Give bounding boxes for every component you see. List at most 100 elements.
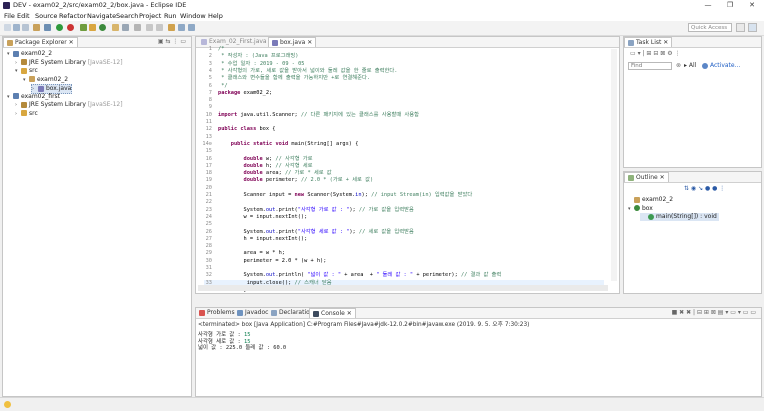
line-number: 14⊖ <box>202 140 212 147</box>
package-explorer-label: Package Explorer <box>15 39 67 46</box>
menu-project[interactable]: Project <box>139 12 161 20</box>
task-filter-all[interactable]: ▸ All <box>684 62 696 70</box>
menu-navigate[interactable]: Navigate <box>87 12 116 20</box>
new-class-icon[interactable] <box>99 24 106 31</box>
tab-outline[interactable]: Outline ✕ <box>624 172 669 182</box>
line-number: 7 <box>208 89 212 96</box>
console-text: 사각형 가로 값 : <box>198 332 244 338</box>
menu-search[interactable]: Search <box>116 12 138 20</box>
outline-item-label: box <box>642 204 653 212</box>
line-number: 12 <box>205 126 212 133</box>
save-icon[interactable] <box>13 24 20 31</box>
console-output[interactable]: 사각형 가로 값 : 15 사각형 세로 값 : 15 넓이 값 : 225.0 둘… <box>198 332 286 352</box>
close-button[interactable]: ✕ <box>741 0 763 11</box>
tab-task-list[interactable]: Task List ✕ <box>624 37 673 47</box>
new-java-project-icon[interactable] <box>80 24 87 31</box>
task-toolbar[interactable]: ▭ ▾ | ⊞ ⊟ ⊠ ⚙ ⋮ <box>630 50 681 58</box>
outline-toolbar[interactable]: ⇅ ◉ ↘ ● ● ⋮ <box>684 185 725 193</box>
menu-help[interactable]: Help <box>208 12 223 20</box>
new-package-icon[interactable] <box>89 24 96 31</box>
menu-file[interactable]: File <box>4 12 15 20</box>
line-number: 23 <box>205 206 212 213</box>
debug-icon[interactable] <box>44 24 51 31</box>
prev-annotation-icon[interactable] <box>156 24 163 31</box>
code-token: + area + <box>341 272 377 279</box>
outline-item[interactable]: exam02_2 <box>628 196 673 204</box>
open-type-icon[interactable] <box>112 24 119 31</box>
java-perspective-icon[interactable] <box>748 23 757 32</box>
tree-item[interactable]: ▾ exam02_first <box>7 93 60 101</box>
code-line: 22 <box>204 199 604 206</box>
task-list-tabbar: Task List ✕ <box>624 37 761 48</box>
view-menu-icon[interactable]: ▣ ⇆ ⋮ ▭ <box>155 37 189 47</box>
maximize-button[interactable]: ❐ <box>719 0 741 11</box>
code-token: double <box>243 162 263 169</box>
editor-horizontal-scrollbar[interactable] <box>198 285 608 291</box>
code-token: public <box>230 140 250 147</box>
external-tools-icon[interactable] <box>67 24 74 31</box>
task-list-panel: Task List ✕ ▭ ▾ | ⊞ ⊟ ⊠ ⚙ ⋮ Find ⊗ ▸ All… <box>623 36 762 168</box>
back-icon[interactable] <box>178 24 185 31</box>
tree-item[interactable]: › src <box>15 110 38 118</box>
tree-item[interactable]: › JRE System Library [JavaSE-12] <box>15 59 123 67</box>
outline-item[interactable]: ▾ box <box>628 205 653 213</box>
javadoc-icon <box>237 309 243 316</box>
code-line: 29 area = w * h; <box>204 250 604 257</box>
code-token: .print( <box>275 228 298 235</box>
menu-run[interactable]: Run <box>164 12 176 20</box>
quick-access-input[interactable]: Quick Access <box>688 23 732 32</box>
code-token: .print( <box>275 206 298 213</box>
package-explorer-tabbar: Package Explorer ✕ ▣ ⇆ ⋮ ▭ <box>3 37 191 48</box>
code-line: 5 * 클래스와 변수들을 함께 출력을 가능하지만 +로 연결해준다. <box>204 75 604 82</box>
tab-console[interactable]: Console ✕ <box>309 308 356 318</box>
menu-window[interactable]: Window <box>180 12 206 20</box>
tree-item[interactable]: ▾ exam02_2 <box>23 76 68 84</box>
editor-vertical-scrollbar[interactable] <box>611 49 617 281</box>
line-number: 25 <box>205 221 212 228</box>
line-number: 8 <box>208 97 212 104</box>
task-find-input[interactable]: Find <box>628 62 672 70</box>
run-icon[interactable] <box>56 24 63 31</box>
line-number: 16 <box>205 155 212 162</box>
console-toolbar[interactable]: ■ ✖ ✖ | ⊟ ⊞ ⊠ ▤ ▾ ▭ ▾ ▭ ▭ <box>669 308 759 318</box>
last-edit-icon[interactable] <box>168 24 175 31</box>
notification-icon[interactable] <box>4 401 11 408</box>
activate-link[interactable]: Activate... <box>702 62 740 70</box>
build-icon[interactable] <box>33 24 40 31</box>
find-clear-icon[interactable]: ⊗ <box>676 62 681 70</box>
menu-refactor[interactable]: Refactor <box>59 12 86 20</box>
outline-item[interactable]: main(String[]) : void <box>640 213 719 221</box>
line-content: w = input.nextInt(); <box>218 214 308 221</box>
minimize-button[interactable]: — <box>697 0 719 11</box>
line-content: double perimeter; // 2.0 * (가로 + 세로 값) <box>218 177 374 184</box>
tab-problems[interactable]: Problems <box>196 308 238 318</box>
forward-icon[interactable] <box>188 24 195 31</box>
open-perspective-icon[interactable] <box>736 23 745 32</box>
line-number: 20 <box>205 184 212 191</box>
next-annotation-icon[interactable] <box>146 24 153 31</box>
tree-item[interactable]: ▾ exam02_2 <box>7 50 52 58</box>
code-token: // 사각형 세로 <box>275 162 313 169</box>
tab-javadoc[interactable]: Javadoc <box>234 308 271 318</box>
tree-item-label: exam02_first <box>21 92 61 100</box>
search-icon[interactable] <box>122 24 129 31</box>
code-token: /* <box>218 46 225 52</box>
tree-item[interactable]: ▾ src <box>15 67 38 75</box>
line-number: 11 <box>205 119 212 125</box>
new-icon[interactable] <box>4 24 11 31</box>
code-line: 17 double h; // 사각형 세로 <box>204 163 604 170</box>
code-token: Scanner(System. <box>304 192 356 198</box>
tree-item[interactable]: › JRE System Library [JavaSE-12] <box>15 101 123 109</box>
menu-source[interactable]: Source <box>35 12 57 20</box>
menu-edit[interactable]: Edit <box>17 12 30 20</box>
code-token: h = input.nextInt(); <box>218 235 308 242</box>
tab-label: Javadoc <box>245 309 269 316</box>
code-token: double <box>243 170 263 177</box>
toggle-mark-icon[interactable] <box>134 24 141 31</box>
code-token: static <box>253 140 273 147</box>
save-all-icon[interactable] <box>22 24 29 31</box>
line-number: 4 <box>208 67 212 74</box>
code-token: main(String[] args) { <box>288 140 359 147</box>
tab-package-explorer[interactable]: Package Explorer ✕ <box>3 37 78 47</box>
line-number: 27 <box>205 235 212 242</box>
